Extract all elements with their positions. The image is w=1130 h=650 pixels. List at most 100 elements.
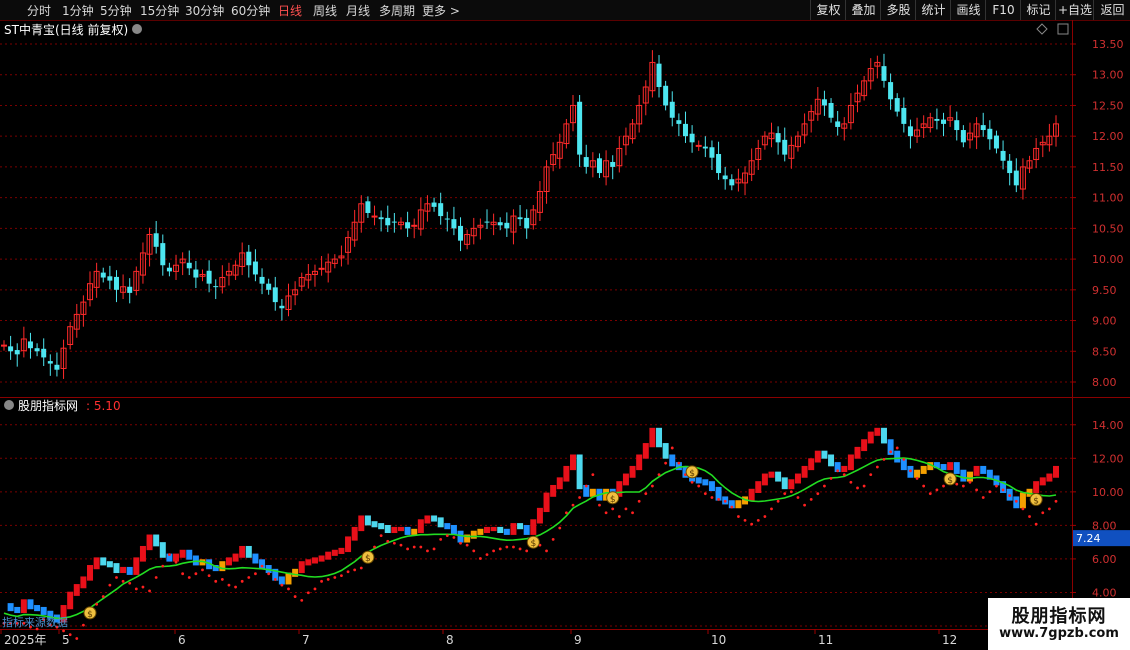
candle-up (1, 344, 7, 347)
indicator-bar (113, 563, 120, 574)
indicator-bar (768, 471, 775, 478)
toolbar-button-5[interactable]: F10 (985, 0, 1021, 20)
indicator-bar (477, 528, 484, 535)
toolbar-button-4[interactable]: 画线 (950, 0, 986, 20)
red-signal-dot (306, 591, 310, 595)
candle-down (610, 161, 616, 167)
indicator-dropdown-icon[interactable] (4, 400, 14, 410)
period-tab-9[interactable]: 多周期 (379, 2, 415, 19)
red-signal-dot (81, 623, 85, 627)
candle-down (14, 350, 20, 355)
candle-down (517, 217, 523, 220)
red-signal-dot (426, 549, 429, 553)
period-tab-3[interactable]: 15分钟 (140, 2, 179, 19)
indicator-bar (570, 454, 577, 471)
red-signal-dot (1001, 488, 1005, 492)
candle-down (583, 157, 589, 167)
red-signal-dot (134, 587, 138, 591)
indicator-bar (966, 471, 973, 482)
red-signal-dot (783, 492, 787, 496)
indicator-bar (431, 515, 438, 522)
indicator-bar (914, 469, 921, 478)
red-signal-dot (452, 536, 456, 539)
red-signal-dot (326, 578, 330, 581)
red-signal-dot (273, 578, 277, 581)
candle-down (775, 133, 781, 143)
red-signal-dot (697, 484, 701, 488)
red-signal-dot (525, 549, 529, 553)
candle-down (596, 158, 602, 174)
red-signal-dot (333, 576, 337, 579)
toolbar-button-8[interactable]: 返回 (1093, 0, 1130, 20)
period-tab-2[interactable]: 5分钟 (100, 2, 132, 19)
period-tab-0[interactable]: 分时 (27, 2, 51, 19)
red-signal-dot (995, 484, 998, 488)
red-signal-dot (703, 492, 707, 496)
candle-down (27, 341, 33, 349)
indicator-bar (503, 528, 510, 535)
candle-down (828, 102, 834, 118)
indicator-y-tick-label: 10.00 (1092, 486, 1124, 499)
red-signal-dot (617, 515, 621, 518)
period-tab-10[interactable]: 更多 > (422, 2, 460, 19)
red-signal-dot (359, 566, 363, 570)
candle-down (504, 222, 510, 229)
toolbar-button-6[interactable]: 标记 (1020, 0, 1056, 20)
main-y-tick-label: 10.00 (1092, 253, 1124, 266)
period-tab-6[interactable]: 日线 (278, 2, 302, 19)
money-bag-glyph: $ (610, 495, 616, 505)
toolbar-button-1[interactable]: 叠加 (845, 0, 881, 20)
red-signal-dot (1041, 511, 1045, 515)
candle-down (722, 175, 728, 180)
diamond-icon[interactable] (1036, 23, 1048, 35)
period-tab-7[interactable]: 周线 (313, 2, 337, 19)
indicator-bar (980, 465, 987, 474)
period-tab-5[interactable]: 60分钟 (231, 2, 270, 19)
indicator-bar (100, 557, 107, 566)
watermark-title: 股朋指标网 (1011, 606, 1107, 627)
dropdown-icon[interactable] (132, 24, 142, 34)
indicator-bar (305, 559, 312, 566)
main-title: ST中青宝(日线 前复权) (4, 22, 128, 37)
indicator-bar (801, 465, 808, 478)
red-signal-dot (756, 518, 760, 522)
red-signal-dot (935, 488, 939, 492)
candle-down (1000, 150, 1006, 161)
main-y-tick-label: 13.00 (1092, 69, 1124, 82)
red-signal-dot (320, 579, 323, 583)
red-signal-dot (723, 499, 727, 503)
red-signal-dot (895, 446, 899, 450)
red-signal-dot (181, 572, 185, 576)
red-signal-dot (823, 484, 826, 488)
period-tab-1[interactable]: 1分钟 (62, 2, 94, 19)
indicator-bar (536, 507, 543, 524)
indicator-bar (371, 521, 378, 528)
toolbar-button-3[interactable]: 统计 (915, 0, 951, 20)
indicator-bar (847, 454, 854, 471)
x-axis-label: 12 (942, 633, 957, 647)
candle-down (497, 222, 503, 226)
indicator-bar (695, 477, 702, 484)
red-signal-dot (75, 637, 79, 640)
main-y-tick-label: 11.50 (1092, 161, 1124, 174)
candle-down (113, 276, 119, 290)
indicator-bar (828, 454, 835, 467)
red-signal-dot (545, 549, 548, 553)
period-tab-4[interactable]: 30分钟 (185, 2, 224, 19)
window-icon[interactable] (1057, 23, 1069, 35)
candle-down (438, 203, 444, 217)
red-signal-dot (1008, 494, 1012, 497)
toolbar-button-2[interactable]: 多股 (880, 0, 916, 20)
indicator-bar (391, 526, 398, 534)
indicator-bar (239, 545, 246, 558)
indicator-bar (821, 450, 828, 459)
toolbar-button-0[interactable]: 复权 (810, 0, 846, 20)
indicator-bar (622, 473, 629, 486)
red-signal-dot (644, 492, 648, 496)
toolbar-button-7[interactable]: +自选 (1055, 0, 1094, 20)
red-signal-dot (95, 602, 99, 606)
indicator-bar (173, 553, 180, 562)
red-signal-dot (915, 477, 919, 480)
period-tab-8[interactable]: 月线 (346, 2, 370, 19)
red-signal-dot (902, 457, 906, 461)
